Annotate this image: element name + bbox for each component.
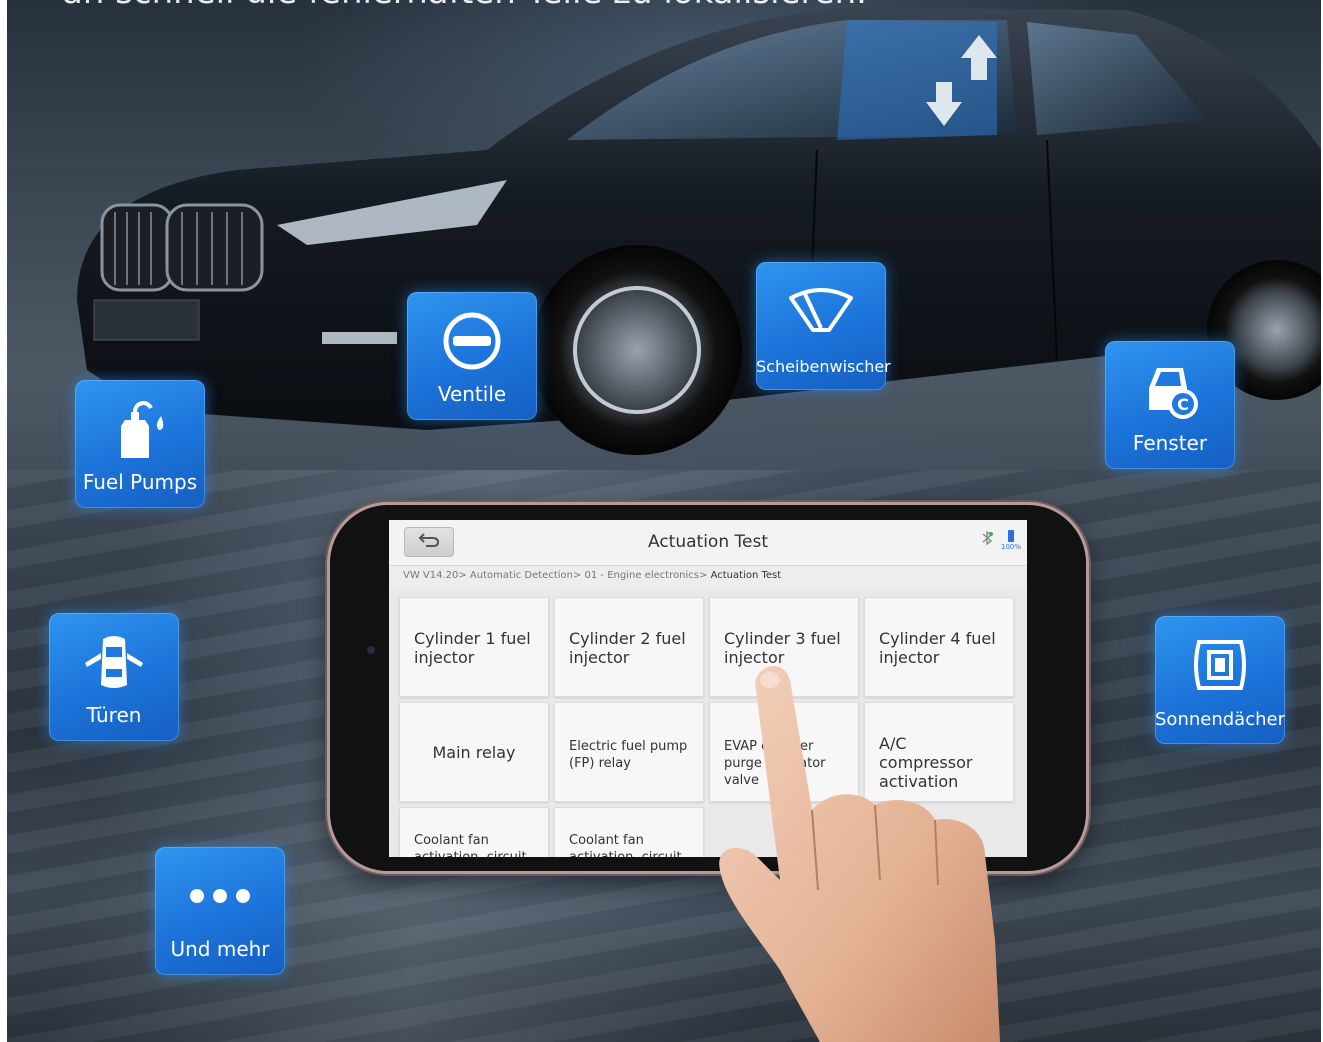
feature-tile-ventile: Ventile <box>407 292 537 420</box>
feature-label: Sonnendächer <box>1155 709 1285 730</box>
test-item-cylinder-2[interactable]: Cylinder 2 fuel injector <box>554 597 704 697</box>
app-header: Actuation Test 100% <box>389 520 1027 566</box>
bluetooth-icon <box>981 530 993 550</box>
feature-tile-tueren: Türen <box>49 613 179 741</box>
breadcrumb-path: VW V14.20> Automatic Detection> 01 - Eng… <box>403 570 711 581</box>
test-item-coolant-fan-2[interactable]: Coolant fan activation, circuit 2 <box>554 807 704 857</box>
more-dots-icon <box>155 861 285 931</box>
test-item-cylinder-1[interactable]: Cylinder 1 fuel injector <box>399 597 549 697</box>
feature-tile-und-mehr: Und mehr <box>155 847 285 975</box>
breadcrumb: VW V14.20> Automatic Detection> 01 - Eng… <box>389 566 1027 588</box>
battery-icon <box>1007 530 1014 542</box>
test-item-fuel-pump-relay[interactable]: Electric fuel pump (FP) relay <box>554 702 704 802</box>
car-window-icon: C <box>1105 355 1235 425</box>
sunroof-icon <box>1155 630 1285 700</box>
feature-label: Scheibenwischer <box>756 357 891 376</box>
front-camera <box>367 646 375 654</box>
valve-icon <box>407 306 537 376</box>
breadcrumb-current: Actuation Test <box>710 570 782 581</box>
svg-text:C: C <box>1177 395 1189 414</box>
status-icons: 100% <box>981 530 1021 551</box>
feature-label: Fuel Pumps <box>82 470 198 494</box>
feature-tile-sonnendaecher: Sonnendächer <box>1155 616 1285 744</box>
page-title: Actuation Test <box>648 532 768 552</box>
feature-tile-fuel-pumps: Fuel Pumps <box>75 380 205 508</box>
feature-label: Fenster <box>1132 431 1208 455</box>
feature-label: Und mehr <box>170 937 270 961</box>
feature-label: Ventile <box>437 382 507 406</box>
feature-tile-fenster: C Fenster <box>1105 341 1235 469</box>
battery-indicator: 100% <box>1001 530 1021 551</box>
feature-label: Türen <box>86 703 142 727</box>
wiper-icon <box>756 280 886 340</box>
test-item-main-relay[interactable]: Main relay <box>399 702 549 802</box>
test-item-coolant-fan-1[interactable]: Coolant fan activation, circuit 1 <box>399 807 549 857</box>
feature-tile-scheibenwischer: Scheibenwischer <box>756 262 891 390</box>
car-doors-icon <box>49 627 179 697</box>
battery-level: 100% <box>1000 543 1021 551</box>
fuel-pump-icon <box>75 394 205 464</box>
pointing-hand <box>719 665 1000 1042</box>
